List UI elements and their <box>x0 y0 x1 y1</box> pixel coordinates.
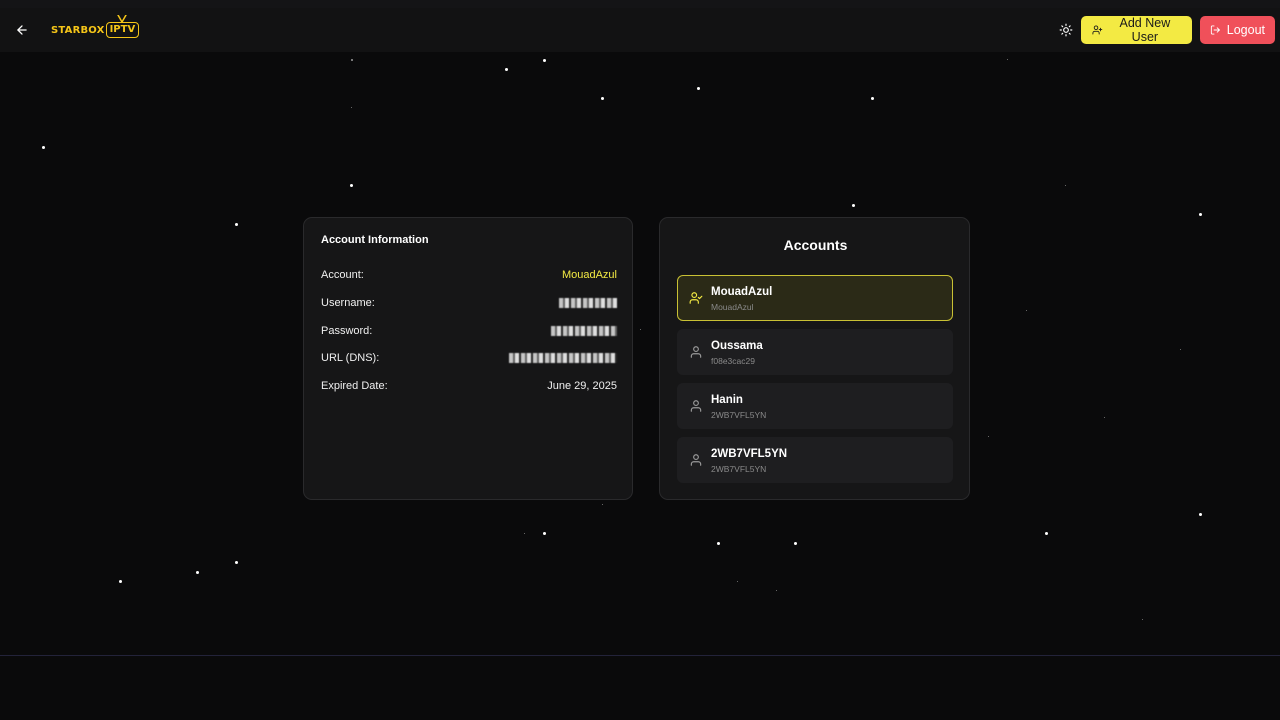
star <box>1104 417 1105 418</box>
star <box>351 107 352 108</box>
account-information-card: Account Information Account: MouadAzul U… <box>303 217 633 500</box>
star <box>524 533 525 534</box>
star <box>737 581 738 582</box>
star <box>1142 619 1143 620</box>
back-button[interactable] <box>12 20 32 40</box>
top-strip <box>0 0 1280 8</box>
account-label: Account: <box>321 269 364 281</box>
username-value-redacted <box>559 298 617 308</box>
account-item-sub: f08e3cac29 <box>711 356 755 366</box>
star <box>119 580 122 583</box>
star <box>871 97 874 100</box>
account-information-title: Account Information <box>321 234 429 246</box>
url-label: URL (DNS): <box>321 352 380 364</box>
username-label: Username: <box>321 297 375 309</box>
sun-icon <box>1059 23 1073 37</box>
account-value: MouadAzul <box>561 269 617 281</box>
log-out-icon <box>1210 25 1220 35</box>
account-item-sub: 2WB7VFL5YN <box>711 410 767 420</box>
star <box>351 59 353 61</box>
star <box>505 68 508 71</box>
user-plus-icon <box>1092 25 1103 35</box>
password-label: Password: <box>321 325 373 337</box>
logo-badge: IPTV <box>105 15 140 38</box>
star <box>1026 310 1027 311</box>
account-item-hanin[interactable]: Hanin 2WB7VFL5YN <box>677 383 953 429</box>
logout-button[interactable]: Logout <box>1200 16 1275 44</box>
account-item-name: MouadAzul <box>711 286 773 298</box>
expired-date-label: Expired Date: <box>321 380 388 392</box>
star <box>794 542 797 545</box>
star <box>852 204 855 207</box>
account-item-sub: MouadAzul <box>711 302 754 312</box>
password-row: Password: <box>321 323 617 339</box>
star <box>640 329 641 330</box>
account-item-name: Hanin <box>711 394 743 406</box>
top-navbar: STARBOX IPTV Add New User Logout <box>0 8 1280 52</box>
account-item-sub: 2WB7VFL5YN <box>711 464 767 474</box>
theme-toggle-button[interactable] <box>1057 21 1075 39</box>
logo-badge-text: IPTV <box>109 24 136 35</box>
user-icon <box>690 454 702 466</box>
star <box>776 590 777 591</box>
account-item-oussama[interactable]: Oussama f08e3cac29 <box>677 329 953 375</box>
expired-date-value: June 29, 2025 <box>547 380 617 392</box>
logo-text: STARBOX <box>51 24 105 36</box>
account-item-name: Oussama <box>711 340 763 352</box>
star <box>1199 213 1202 216</box>
starbox-iptv-logo[interactable]: STARBOX IPTV <box>51 15 140 43</box>
star <box>196 571 199 574</box>
url-row: URL (DNS): <box>321 350 617 366</box>
password-value-redacted <box>551 326 617 336</box>
star <box>235 223 238 226</box>
add-new-user-button[interactable]: Add New User <box>1081 16 1192 44</box>
add-new-user-label: Add New User <box>1119 16 1171 44</box>
footer-divider <box>0 655 1280 656</box>
account-item-2wb7vfl5yn[interactable]: 2WB7VFL5YN 2WB7VFL5YN <box>677 437 953 483</box>
arrow-left-icon <box>17 25 27 35</box>
star <box>1065 185 1066 186</box>
account-item-name: 2WB7VFL5YN <box>711 448 788 460</box>
star <box>350 184 353 187</box>
star <box>697 87 700 90</box>
tv-antenna-icon <box>116 15 127 23</box>
star <box>1199 513 1202 516</box>
logout-label: Logout <box>1226 23 1265 37</box>
user-icon <box>690 400 702 412</box>
user-check-icon <box>689 292 703 304</box>
accounts-card: Accounts MouadAzul MouadAzul Oussama f08… <box>659 217 970 500</box>
account-row: Account: MouadAzul <box>321 267 617 283</box>
star <box>543 59 546 62</box>
user-icon <box>690 346 702 358</box>
star <box>235 561 238 564</box>
star <box>601 97 604 100</box>
account-item-mouadazul[interactable]: MouadAzul MouadAzul <box>677 275 953 321</box>
star <box>42 146 45 149</box>
star <box>988 436 989 437</box>
star <box>1180 349 1181 350</box>
star <box>717 542 720 545</box>
url-value-redacted <box>509 353 617 363</box>
star <box>602 504 603 505</box>
star <box>1045 532 1048 535</box>
star <box>543 532 546 535</box>
accounts-title: Accounts <box>783 237 848 253</box>
star <box>1007 59 1008 60</box>
username-row: Username: <box>321 295 617 311</box>
expired-date-row: Expired Date: June 29, 2025 <box>321 378 617 394</box>
